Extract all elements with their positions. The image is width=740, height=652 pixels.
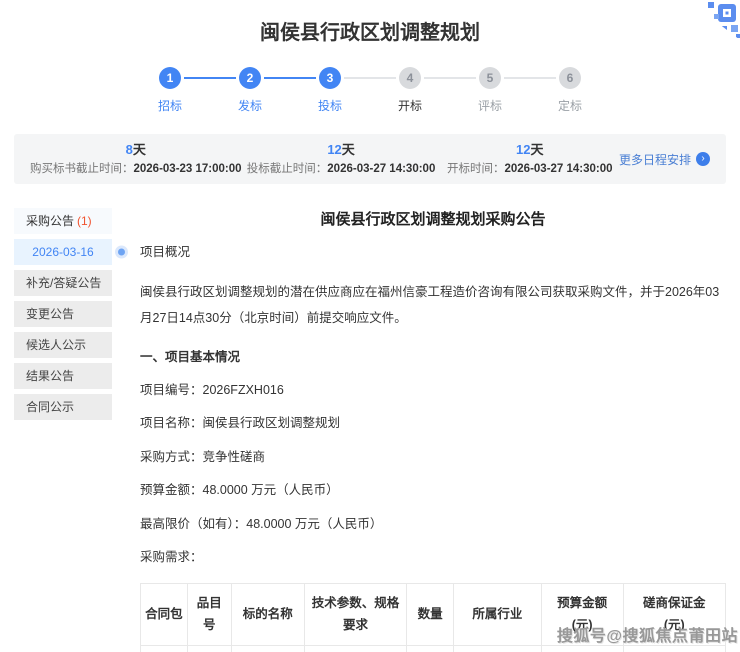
col-industry: 所属行业 [453, 584, 541, 646]
procurement-method-line: 采购方式：竞争性磋商 [140, 448, 726, 467]
cell-contract-package: 1 [141, 645, 188, 652]
cell-deposit: 9600.0 [623, 645, 725, 652]
sidebar-item-result-notice[interactable]: 结果公告 [14, 363, 112, 389]
sidebar-item-label: 采购公告 [26, 214, 74, 228]
cell-tech-specs: 详见第三章《招标内容及要求》 [304, 645, 406, 652]
step-connector [344, 77, 396, 79]
procurement-demand-label: 采购需求： [140, 548, 726, 567]
col-subject-name: 标的名称 [231, 584, 304, 646]
stepper-step-toubiao: 3 投标 [316, 67, 344, 114]
announcement-title: 闽侯县行政区划调整规划采购公告 [140, 208, 726, 229]
sidebar-item-supplement-qa-notice[interactable]: 补充/答疑公告 [14, 270, 112, 296]
stepper-step-zhaobiao: 1 招标 [156, 67, 184, 114]
milestone-bid-deadline: 12天 投标截止时间：2026-03-27 14:30:00 [242, 142, 441, 177]
step-connector [504, 77, 556, 79]
sidebar-item-label: 补充/答疑公告 [26, 276, 101, 290]
cell-budget-amount: 480000.0 [541, 645, 623, 652]
step-connector [424, 77, 476, 79]
stepper-step-pingbiao: 5 评标 [476, 67, 504, 114]
max-price-line: 最高限价（如有）：48.0000 万元（人民币） [140, 515, 726, 534]
step-connector [264, 77, 316, 79]
sidebar-item-change-notice[interactable]: 变更公告 [14, 301, 112, 327]
milestone-detail: 投标截止时间：2026-03-27 14:30:00 [242, 160, 441, 176]
overview-heading: 项目概况 [140, 243, 726, 262]
step-number-badge: 2 [239, 67, 261, 89]
milestone-bid-opening: 12天 开标时间：2026-03-27 14:30:00 [441, 142, 619, 177]
more-schedule-link[interactable]: 更多日程安排 › [619, 151, 710, 168]
notice-count-badge: (1) [77, 214, 92, 228]
milestone-detail: 购买标书截止时间：2026-03-23 17:00:00 [30, 160, 242, 176]
project-name-line: 项目名称：闽侯县行政区划调整规划 [140, 414, 726, 433]
step-label: 招标 [158, 97, 182, 114]
section-heading: 一、项目基本情况 [140, 348, 726, 367]
stepper-step-kaibiao: 4 开标 [396, 67, 424, 114]
step-number-badge: 6 [559, 67, 581, 89]
col-quantity: 数量 [407, 584, 454, 646]
cell-item-number: 1-1 [187, 645, 231, 652]
step-number-badge: 4 [399, 67, 421, 89]
sidebar-item-label: 候选人公示 [26, 338, 86, 352]
step-label: 投标 [318, 97, 342, 114]
step-label: 发标 [238, 97, 262, 114]
milestone-detail: 开标时间：2026-03-27 14:30:00 [441, 160, 619, 176]
step-number-badge: 5 [479, 67, 501, 89]
overview-text: 闽侯县行政区划调整规划的潜在供应商应在福州信豪工程造价咨询有限公司获取采购文件，… [140, 280, 726, 331]
announcement-content: 闽侯县行政区划调整规划采购公告 项目概况 闽侯县行政区划调整规划的潜在供应商应在… [140, 208, 726, 652]
progress-stepper: 1 招标 2 发标 3 投标 4 开标 5 评标 6 定标 [0, 67, 740, 114]
sidebar-item-contract-publicity[interactable]: 合同公示 [14, 394, 112, 420]
project-number-line: 项目编号：2026FZXH016 [140, 381, 726, 400]
step-connector [184, 77, 236, 79]
sidebar-item-label: 合同公示 [26, 400, 74, 414]
milestone-doc-purchase-deadline: 8天 购买标书截止时间：2026-03-23 17:00:00 [30, 142, 242, 177]
more-schedule-label: 更多日程安排 [619, 151, 691, 168]
col-tech-specs: 技术参数、规格要求 [304, 584, 406, 646]
sohu-watermark: 搜狐号@搜狐焦点莆田站 [557, 622, 738, 646]
stepper-step-fabiao: 2 发标 [236, 67, 264, 114]
notice-date-label: 2026-03-16 [32, 245, 93, 259]
step-label: 开标 [398, 97, 422, 114]
arrow-right-icon: › [696, 152, 710, 166]
page: 闽侯县行政区划调整规划 1 招标 2 发标 3 投标 4 开标 5 评标 6 定… [0, 0, 740, 652]
days-remaining: 8天 [30, 142, 242, 158]
timeline-dot-icon [118, 249, 125, 256]
announcement-sidebar: 采购公告(1) 2026-03-16 补充/答疑公告 变更公告 候选人公示 结果… [14, 208, 112, 652]
cell-industry: 其他未列明行业 [453, 645, 541, 652]
cell-quantity: 1项 [407, 645, 454, 652]
step-label: 评标 [478, 97, 502, 114]
body-row: 采购公告(1) 2026-03-16 补充/答疑公告 变更公告 候选人公示 结果… [14, 208, 726, 652]
schedule-summary-bar: 8天 购买标书截止时间：2026-03-23 17:00:00 12天 投标截止… [14, 134, 726, 184]
cell-subject-name: 闽侯县行政区划调整规划 [231, 645, 304, 652]
sidebar-item-notice-date[interactable]: 2026-03-16 [14, 239, 112, 265]
stepper-step-dingbiao: 6 定标 [556, 67, 584, 114]
sidebar-item-candidate-publicity[interactable]: 候选人公示 [14, 332, 112, 358]
step-label: 定标 [558, 97, 582, 114]
budget-amount-line: 预算金额：48.0000 万元（人民币） [140, 481, 726, 500]
sidebar-item-label: 变更公告 [26, 307, 74, 321]
sidebar-item-procurement-notice[interactable]: 采购公告(1) [14, 208, 112, 234]
step-number-badge: 1 [159, 67, 181, 89]
days-remaining: 12天 [242, 142, 441, 158]
col-contract-package: 合同包 [141, 584, 188, 646]
days-remaining: 12天 [441, 142, 619, 158]
table-row: 1 1-1 闽侯县行政区划调整规划 详见第三章《招标内容及要求》 1项 其他未列… [141, 645, 726, 652]
qr-code-corner-icon [688, 0, 740, 40]
step-number-badge: 3 [319, 67, 341, 89]
page-title: 闽侯县行政区划调整规划 [0, 0, 740, 45]
col-item-number: 品目号 [187, 584, 231, 646]
sidebar-item-label: 结果公告 [26, 369, 74, 383]
